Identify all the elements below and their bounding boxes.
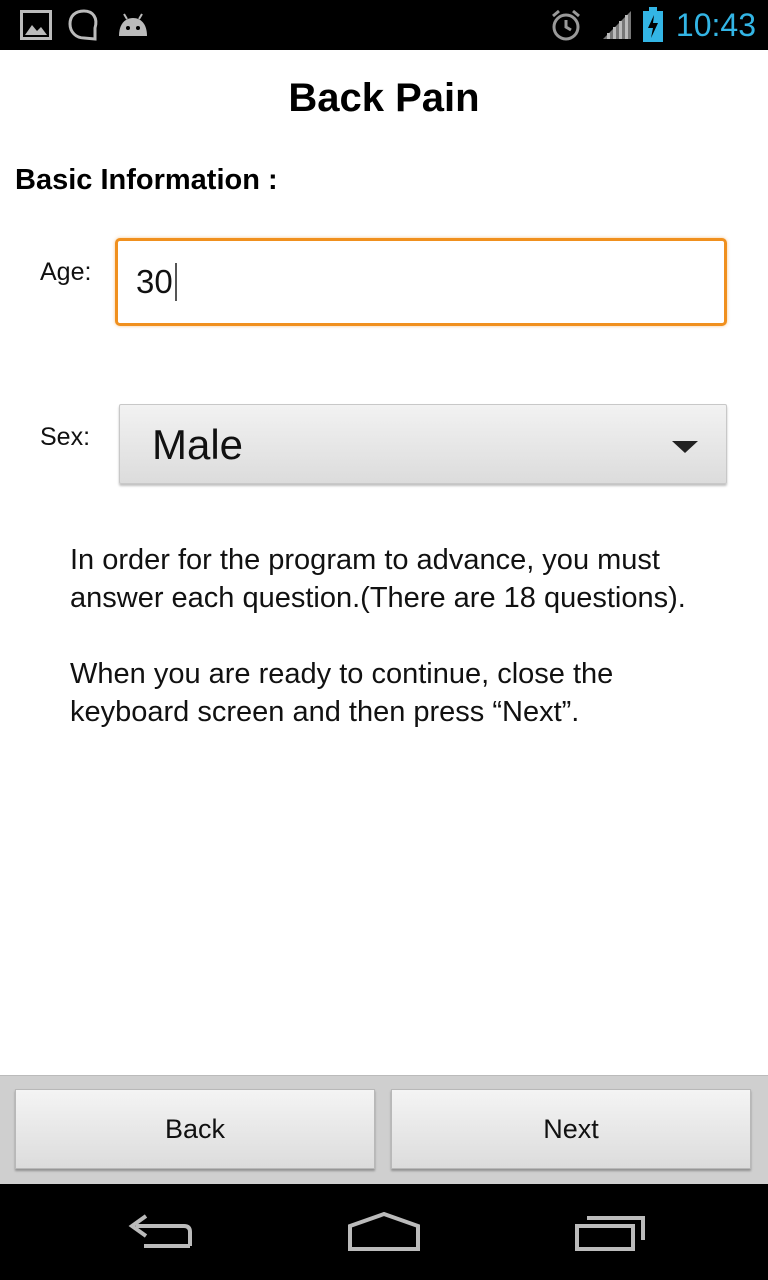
instructions: In order for the program to advance, you… [70, 541, 738, 769]
next-button[interactable]: Next [391, 1089, 751, 1169]
text-caret [174, 263, 177, 301]
navigation-bar [0, 1184, 768, 1280]
instruction-paragraph-1: In order for the program to advance, you… [70, 544, 686, 614]
status-bar: 10:43 [0, 0, 768, 50]
button-bar: Back Next [0, 1075, 768, 1184]
sex-dropdown[interactable]: Male [119, 404, 727, 484]
home-nav-icon[interactable] [346, 1204, 422, 1260]
section-heading: Basic Information : [15, 164, 278, 196]
status-time: 10:43 [675, 7, 756, 43]
sex-selected-value: Male [152, 421, 244, 468]
age-label: Age: [40, 258, 92, 286]
page-title: Back Pain [288, 76, 480, 120]
dropdown-arrow-icon [672, 441, 698, 453]
signal-icon [600, 0, 634, 50]
sex-label: Sex: [40, 423, 91, 451]
hangouts-icon [66, 0, 102, 50]
age-value: 30 [136, 263, 173, 300]
age-input[interactable]: 30 [115, 238, 727, 326]
recent-apps-icon[interactable] [572, 1204, 648, 1260]
battery-icon [640, 0, 666, 50]
android-icon [114, 0, 152, 50]
image-notification-icon [18, 0, 54, 50]
age-input-field[interactable]: 30 [118, 241, 724, 323]
back-button[interactable]: Back [15, 1089, 375, 1169]
back-nav-icon[interactable] [122, 1204, 198, 1260]
instruction-paragraph-2: When you are ready to continue, close th… [70, 658, 614, 728]
alarm-icon [548, 0, 584, 50]
